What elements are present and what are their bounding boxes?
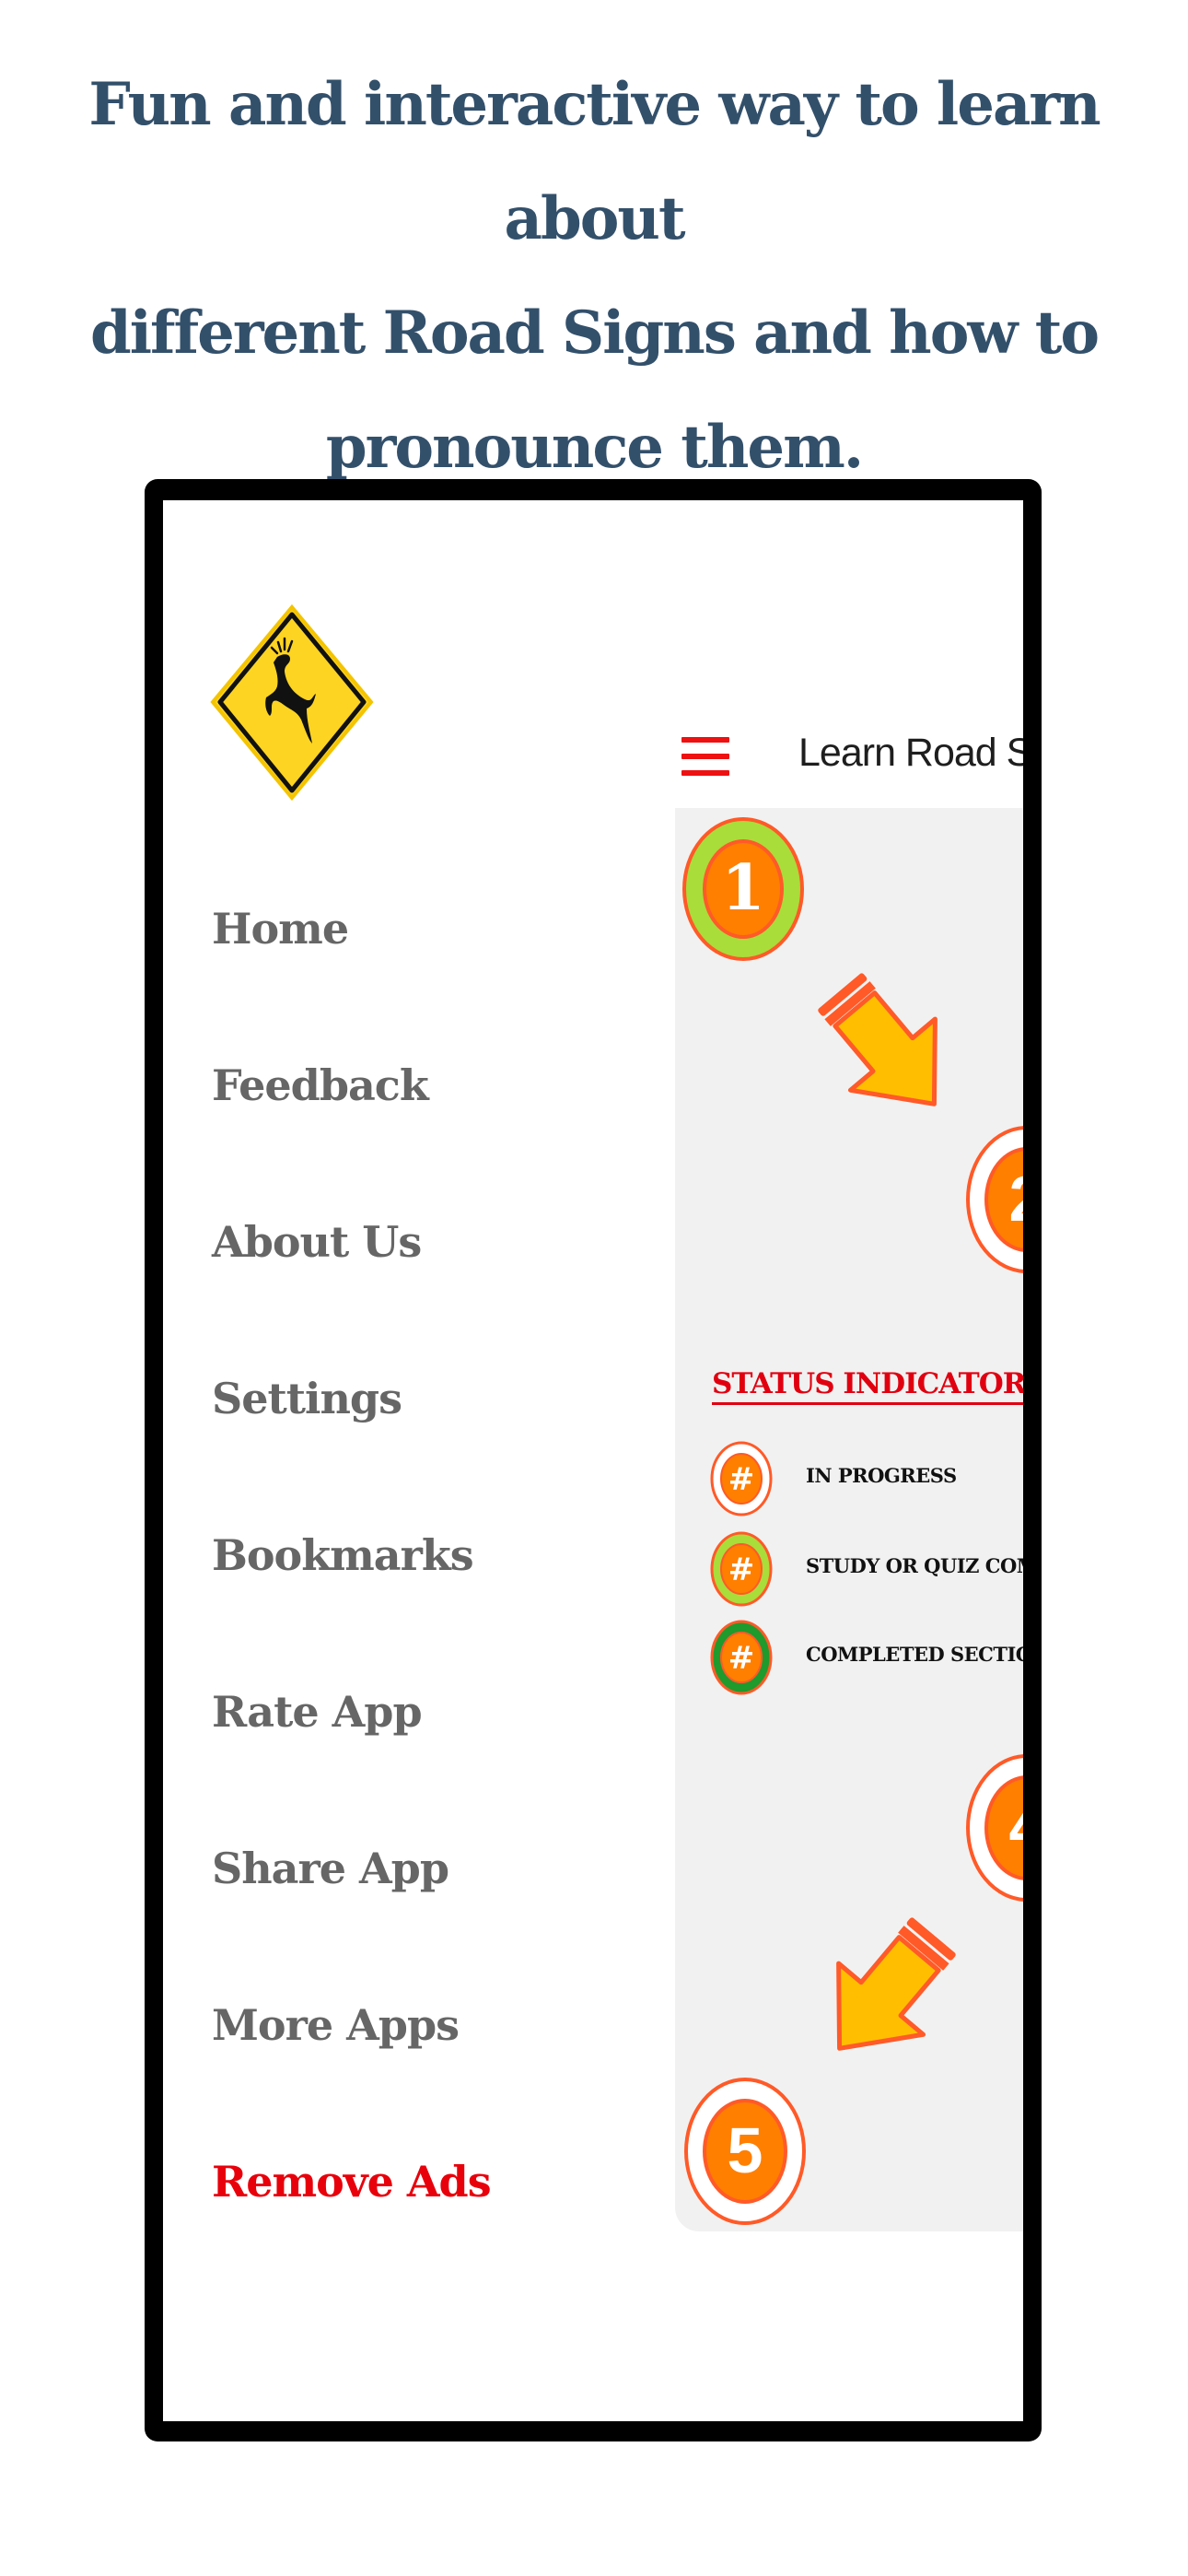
step-2-number: 2 [1009,1163,1023,1235]
quiz-complete-badge-icon: # [710,1531,773,1607]
status-indicator-title: STATUS INDICATOR [712,1367,1023,1405]
menu-item-remove-ads[interactable]: Remove Ads [212,2157,492,2207]
hamburger-icon[interactable] [681,737,729,776]
menu-item-about-us[interactable]: About Us [212,1217,422,1267]
svg-text:#: # [728,1640,755,1677]
deer-crossing-sign-icon [210,603,374,802]
learning-path-card: 1 2 STATUS INDICATOR # IN PROGRESS # STU… [675,808,1023,2231]
status-label-study-or-quiz-complete: STUDY OR QUIZ COMP [806,1554,1023,1577]
status-row-completed-section: # COMPLETED SECTION [708,1619,1023,1695]
svg-text:#: # [728,1461,755,1498]
step-5-number: 5 [728,2114,763,2186]
status-row-in-progress: # IN PROGRESS [708,1440,1023,1516]
headline-line-1: Fun and interactive way to learn about [88,70,1101,253]
phone-screen: Home Feedback About Us Settings Bookmark… [163,500,1023,2421]
app-title: Learn Road Si [798,731,1023,775]
menu-item-rate-app[interactable]: Rate App [212,1687,423,1737]
arrow-down-left-icon [836,1917,956,2051]
step-1-number: 1 [721,851,764,925]
menu-item-feedback[interactable]: Feedback [212,1060,429,1110]
phone-frame: Home Feedback About Us Settings Bookmark… [145,479,1042,2441]
step-4-number: 4 [1009,1791,1023,1863]
in-progress-badge-icon: # [710,1441,773,1516]
menu-item-more-apps[interactable]: More Apps [212,2000,460,2050]
headline: Fun and interactive way to learn about d… [0,48,1188,505]
step-5-button[interactable]: 5 [681,2075,809,2228]
headline-line-2: different Road Signs and how to [89,299,1100,368]
svg-text:#: # [728,1551,755,1588]
menu-item-share-app[interactable]: Share App [212,1844,449,1893]
step-2-button[interactable]: 2 [962,1123,1023,1276]
status-row-study-or-quiz-complete: # STUDY OR QUIZ COMP [708,1530,1023,1607]
menu-item-bookmarks[interactable]: Bookmarks [212,1530,474,1580]
menu-item-settings[interactable]: Settings [212,1374,402,1423]
status-label-in-progress: IN PROGRESS [806,1464,957,1487]
status-label-completed-section: COMPLETED SECTION [806,1643,1023,1666]
step-1-button[interactable]: 1 [681,815,806,963]
completed-section-badge-icon: # [710,1620,773,1695]
menu-item-home[interactable]: Home [212,904,349,954]
step-4-button[interactable]: 4 [962,1751,1023,1904]
app-bar: Learn Road Si [675,712,1023,795]
arrow-down-right-icon [818,973,938,1107]
